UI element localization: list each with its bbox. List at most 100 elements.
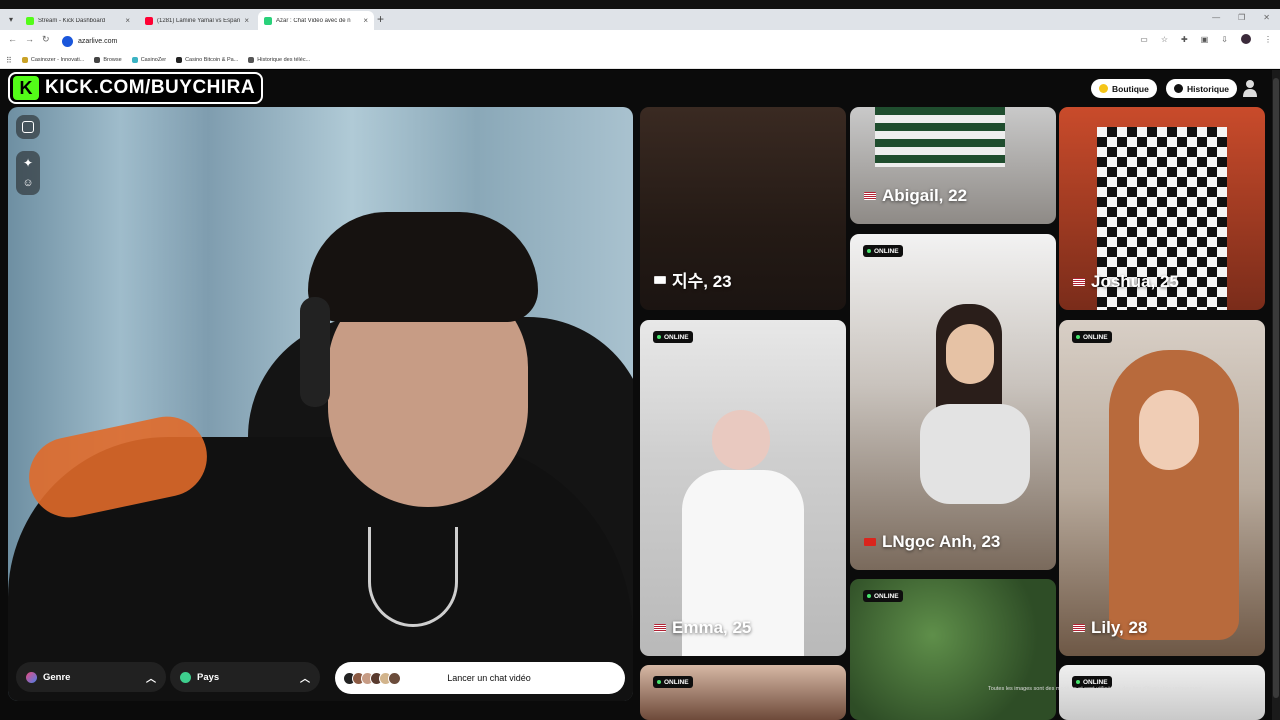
tab-title: (1281) Lamine Yamal vs Espanyol — [157, 17, 241, 24]
profile-name: 지수, 23 — [654, 267, 732, 292]
cam-headset — [300, 297, 330, 407]
apps-grid-icon[interactable]: ⠿ — [6, 56, 12, 65]
profile-name: Abigail, 22 — [864, 186, 967, 206]
bookmark-item[interactable]: Browse — [94, 57, 122, 63]
browser-tab-bar: ▾ Stream - Kick Dashboard × (1281) Lamin… — [0, 0, 1280, 30]
online-badge: ONLINE — [653, 331, 693, 343]
kick-k-icon: K — [13, 76, 39, 100]
profile-card[interactable]: Abigail, 22 — [850, 107, 1056, 224]
maximize-icon[interactable]: ❐ — [1238, 13, 1245, 22]
kick-logo-overlay: K KICK.COM/BUYCHIRA — [8, 72, 264, 104]
gender-label: Genre — [43, 671, 71, 683]
reload-icon[interactable]: ↻ — [42, 34, 50, 45]
webcam-preview: ✦ ☺ Genre ︿ Pays ︿ Lancer un chat vidéo — [8, 107, 633, 701]
profile-card[interactable]: ONLINE Lily, 28 — [1059, 320, 1265, 656]
url-field[interactable]: azarlive.com — [62, 33, 117, 49]
chevron-up-icon: ︿ — [300, 673, 310, 685]
online-badge: ONLINE — [1072, 331, 1112, 343]
profile-card[interactable]: ONLINE — [640, 665, 846, 720]
avatar-stack — [343, 671, 401, 685]
scrollbar-thumb[interactable] — [1273, 78, 1279, 698]
profile-name: Lily, 28 — [1073, 618, 1147, 638]
profile-name: Joshua, 25 — [1073, 272, 1179, 292]
new-tab-plus-icon[interactable]: + — [377, 12, 384, 26]
menu-dots-icon[interactable]: ⋮ — [1264, 35, 1272, 44]
camera-settings-button[interactable] — [16, 115, 40, 139]
history-button[interactable]: Historique — [1166, 79, 1238, 98]
tab-kick-dashboard[interactable]: Stream - Kick Dashboard × — [20, 11, 136, 30]
profile-card[interactable]: 지수, 23 — [640, 107, 846, 310]
history-label: Historique — [1187, 83, 1230, 94]
back-arrow-icon[interactable]: ← — [8, 34, 17, 44]
cast-icon[interactable]: ▭ — [1140, 35, 1148, 44]
tab-title: Azar : Chat Vidéo avec de n — [276, 17, 351, 24]
tab-youtube[interactable]: (1281) Lamine Yamal vs Espanyol × — [139, 11, 255, 30]
start-video-chat-button[interactable]: Lancer un chat vidéo — [335, 662, 625, 694]
profile-card[interactable]: ONLINE — [850, 579, 1056, 720]
tab-azar[interactable]: Azar : Chat Vidéo avec de n × — [258, 11, 374, 30]
bookmark-item[interactable]: Historique des téléc... — [248, 57, 310, 63]
country-label: Pays — [197, 671, 220, 683]
flag-kr-icon — [654, 275, 666, 284]
site-info-icon[interactable] — [62, 35, 73, 47]
profile-card[interactable]: ONLINE Emma, 25 — [640, 320, 846, 656]
minimize-icon[interactable]: — — [1212, 13, 1220, 22]
disclaimer-text: Toutes les images sont des modèles et so… — [988, 686, 1202, 692]
kick-channel-text: KICK.COM/BUYCHIRA — [45, 77, 256, 98]
shop-label: Boutique — [1112, 83, 1149, 94]
flag-us-icon — [654, 624, 666, 632]
profile-avatar-icon[interactable] — [1241, 34, 1251, 44]
azar-favicon-icon — [264, 16, 272, 25]
country-filter-button[interactable]: Pays ︿ — [170, 662, 320, 692]
face-filter-icon[interactable]: ☺ — [22, 177, 33, 189]
close-tab-icon[interactable]: × — [363, 16, 368, 25]
toolbar-icons: ▭ ☆ ✚ ▣ ⇩ ⋮ — [1140, 34, 1272, 44]
shop-button[interactable]: Boutique — [1091, 79, 1157, 98]
flag-vn-icon — [864, 538, 876, 546]
forward-arrow-icon[interactable]: → — [25, 34, 34, 44]
extension-icon[interactable]: ✚ — [1181, 35, 1188, 44]
camera-frame-icon — [22, 121, 34, 133]
window-controls: — ❐ ✕ — [1212, 13, 1270, 22]
youtube-favicon-icon — [145, 16, 153, 25]
sparkle-effects-icon[interactable]: ✦ — [23, 157, 33, 169]
downloads-icon[interactable]: ⇩ — [1221, 35, 1228, 44]
chevron-up-icon: ︿ — [146, 673, 156, 685]
flag-us-icon — [1073, 278, 1085, 286]
tab-search-icon[interactable]: ▾ — [4, 13, 18, 27]
gender-icon — [26, 671, 37, 683]
bookmark-item[interactable]: CasinoZer — [131, 57, 166, 63]
url-text: azarlive.com — [78, 37, 118, 45]
start-video-chat-label: Lancer un chat vidéo — [447, 673, 531, 683]
avatar — [388, 671, 401, 685]
address-bar-row: ← → ↻ azarlive.com ▭ ☆ ✚ ▣ ⇩ ⋮ — [0, 30, 1280, 52]
bookmark-star-icon[interactable]: ☆ — [1161, 35, 1168, 44]
bookmark-item[interactable]: Casino Bitcoin & Pa... — [176, 57, 238, 63]
user-profile-icon[interactable] — [1242, 79, 1258, 97]
globe-icon — [180, 671, 191, 683]
flag-us-icon — [1073, 624, 1085, 632]
cam-chain — [368, 527, 458, 627]
profile-card[interactable]: ONLINE — [1059, 665, 1265, 720]
close-tab-icon[interactable]: × — [244, 16, 249, 25]
flag-us-icon — [864, 192, 876, 200]
clock-icon — [1174, 84, 1183, 93]
profile-card[interactable]: ONLINE LNgọc Anh, 23 — [850, 234, 1056, 570]
online-badge: ONLINE — [653, 676, 693, 688]
page-scrollbar[interactable] — [1272, 70, 1280, 720]
online-badge: ONLINE — [863, 590, 903, 602]
tab-title: Stream - Kick Dashboard — [38, 17, 106, 24]
bookmark-item[interactable]: Casinozer - Innovati... — [21, 57, 84, 63]
effects-toolbar: ✦ ☺ — [16, 151, 40, 195]
close-tab-icon[interactable]: × — [125, 16, 130, 25]
profile-card[interactable]: Joshua, 25 — [1059, 107, 1265, 310]
close-window-icon[interactable]: ✕ — [1263, 13, 1270, 22]
kick-favicon-icon — [26, 16, 34, 25]
puzzle-icon[interactable]: ▣ — [1201, 35, 1209, 44]
online-badge: ONLINE — [863, 245, 903, 257]
azar-page: K KICK.COM/BUYCHIRA Boutique Historique … — [0, 70, 1280, 720]
profile-name: LNgọc Anh, 23 — [864, 532, 1000, 552]
profile-name: Emma, 25 — [654, 618, 751, 638]
gender-filter-button[interactable]: Genre ︿ — [16, 662, 166, 692]
gem-icon — [1099, 84, 1108, 93]
